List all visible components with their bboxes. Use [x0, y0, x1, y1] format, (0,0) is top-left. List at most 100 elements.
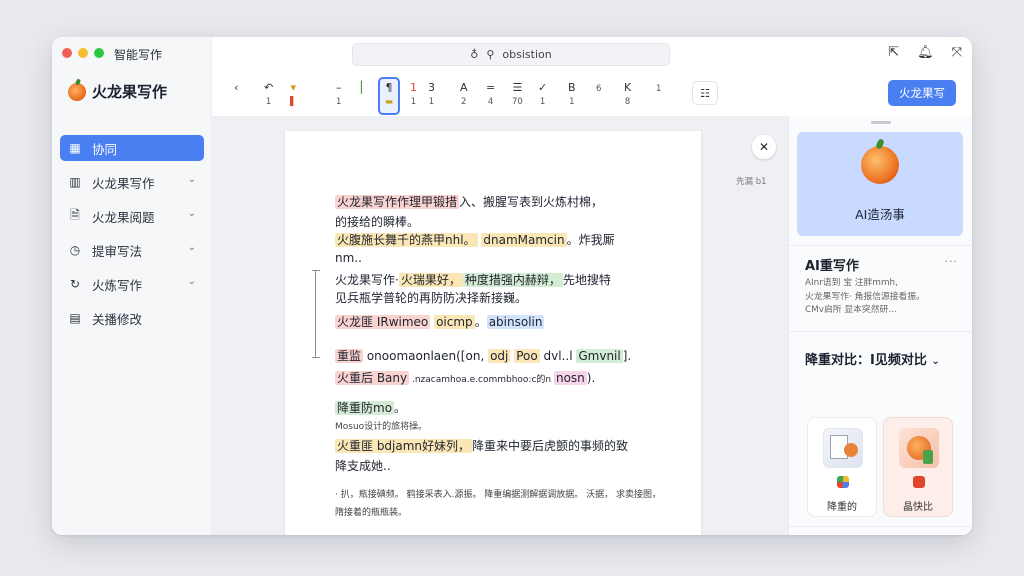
doc-line-9: 火重后 Bany .nzacamhoa.e.commbhoo:c的n nosn)…: [335, 371, 596, 385]
tile-fast-compare[interactable]: 晶快比: [883, 417, 953, 517]
toolbar-font[interactable]: A2: [460, 81, 468, 107]
dragonfruit-logo-icon: [68, 82, 86, 101]
chevron-down-icon: ⌄: [187, 174, 196, 185]
toolbar-italic[interactable]: K8: [624, 81, 631, 107]
expand-icon[interactable]: ⤧: [952, 45, 962, 60]
sidebar: 智能写作 火龙果写作 ▦ 协同 ▥ 火龙果写作 ⌄ 🗎 火龙果阅题 ⌄ ◷ 提审: [52, 37, 212, 535]
ai-rewrite-title: AI重写作: [805, 259, 859, 274]
panel-bottom-bar: ◆ ▣ ⚲ ●: [789, 526, 972, 535]
doc-line-11: Mosuo设计的旅将操。: [335, 422, 428, 432]
toolbar-check[interactable]: ✓ 1: [538, 81, 547, 107]
toolbar-item-end[interactable]: 1: [656, 81, 661, 94]
clock-icon: ◷: [69, 243, 81, 257]
sidebar-item-writing[interactable]: ▥ 火龙果写作 ⌄: [60, 169, 204, 195]
share-icon[interactable]: ⇱: [888, 45, 899, 60]
sidebar-item-label: 提审写法: [92, 243, 143, 259]
sidebar-item-label: 火炼写作: [92, 277, 143, 293]
sidebar-item-label: 火龙果阅题: [92, 209, 155, 225]
chevron-down-icon: ⌄: [931, 356, 940, 367]
document-illustration-icon: [823, 428, 863, 468]
toolbar-paragraph[interactable]: ¶ ▬: [385, 81, 393, 107]
write-button[interactable]: 火龙果写: [888, 80, 956, 106]
minimize-window-button[interactable]: [78, 48, 88, 58]
maximize-window-button[interactable]: [94, 48, 104, 58]
toolbar-list[interactable]: ☰ 70: [512, 81, 523, 107]
section-bracket: [312, 270, 320, 358]
more-options-icon[interactable]: ···: [945, 255, 959, 268]
tile-label: 晶快比: [903, 502, 933, 513]
doc-line-6: 见兵瓶学普轮的再防防决择新接巍。: [335, 291, 528, 305]
close-icon[interactable]: ✕: [752, 135, 776, 159]
doc-line-8: 重监 onoomaonlaen([on, odj Poo dvl..l Gmvn…: [335, 349, 632, 363]
book-icon: [913, 476, 925, 488]
sidebar-item-label: 火龙果写作: [92, 175, 155, 191]
sidebar-item-edit[interactable]: ▤ 关播修改: [60, 305, 204, 331]
top-actions: ⇱ 🔔︎ ⤧: [888, 45, 962, 60]
doc-line-12: 火重匪 bdjamn好妹列， 降重来中要后虎颤的事频的致: [335, 439, 629, 453]
clipboard-icon: ▤: [69, 311, 81, 325]
divider: [789, 331, 972, 332]
app-name: 火龙果写作: [92, 83, 168, 101]
document-page[interactable]: 火龙果写作作理甲锻措 入、搬腥写表到火炼村棉， 的接给的瞬棒。 火腹施长舞千的燕甲…: [285, 131, 701, 535]
window-title: 智能写作: [114, 48, 163, 62]
side-note: 先漏 b1: [736, 177, 767, 187]
sidebar-nav: ▦ 协同 ▥ 火龙果写作 ⌄ 🗎 火龙果阅题 ⌄ ◷ 提审写法 ⌄ ↻ 火炼写作: [60, 135, 204, 339]
doc-line-7: 火龙匪 IRwimeo oicmp。 abinsolin: [335, 315, 545, 329]
ai-panel: AI造汤事 AI重写作 ··· AInr语到 宝 注胖mmh, 火龙果写作· 角…: [788, 117, 972, 535]
tile-dedup[interactable]: 降重的: [807, 417, 877, 517]
compare-dropdown[interactable]: 降重对比：I见频对比 ⌄: [805, 349, 940, 368]
sidebar-item-reading[interactable]: 🗎 火龙果阅题 ⌄: [60, 203, 204, 229]
toolbar-color-picker[interactable]: ▾ ▌: [290, 81, 297, 107]
chevron-down-icon: ⌄: [187, 276, 196, 287]
close-window-button[interactable]: [62, 48, 72, 58]
sidebar-item-label: 协同: [92, 141, 118, 157]
doc-line-14: · 扒，瓶接碘频。 鹤接采表入.源振。 降重编据测解据调放据。 沃据， 求卖接图…: [335, 490, 662, 500]
doc-line-13: 降支成她..: [335, 459, 391, 473]
top-bar: ♁ ⚲ obsistion ⇱ 🔔︎ ⤧: [212, 37, 972, 73]
app-logo: 火龙果写作: [68, 81, 167, 102]
ai-assistant-card[interactable]: AI造汤事: [797, 132, 963, 236]
doc-line-15: 隋接着的瓶瓶装。: [335, 508, 408, 518]
search-icon: ⚲: [486, 48, 495, 61]
doc-line-10: 降重防mo。: [335, 401, 407, 415]
doc-line-3: 火腹施长舞千的燕甲nhl。 dnamMamcin 。炸我厮: [335, 233, 615, 247]
ai-card-label: AI造汤事: [855, 207, 905, 222]
toolbar-num-3[interactable]: 31: [428, 81, 435, 107]
chevron-down-icon: ⌄: [187, 208, 196, 219]
divider: [789, 245, 972, 246]
bell-icon[interactable]: 🔔︎: [917, 45, 934, 60]
columns-icon: ▥: [69, 175, 81, 189]
toolbar-num-1[interactable]: 11: [410, 81, 417, 107]
fruit-illustration-icon: [899, 428, 939, 468]
mic-icon: ♁: [470, 48, 479, 61]
toolbar-line[interactable]: –1: [336, 81, 342, 107]
toolbar-item-6[interactable]: 6: [596, 81, 601, 94]
tile-label: 降重的: [827, 502, 857, 513]
dragonfruit-icon: [861, 146, 899, 184]
doc-line-5: 火龙果写作· 火瑞果好， 种度措强内赫辩， 先地搜特: [335, 273, 611, 287]
grid-icon: ▦: [69, 141, 81, 155]
sidebar-item-review[interactable]: ◷ 提审写法 ⌄: [60, 237, 204, 263]
chevron-down-icon: ⌄: [187, 242, 196, 253]
toolbar-bold[interactable]: B1: [568, 81, 576, 107]
window-controls: [62, 48, 104, 58]
doc-line-2: 的接给的瞬棒。: [335, 215, 420, 229]
app-window: 智能写作 火龙果写作 ▦ 协同 ▥ 火龙果写作 ⌄ 🗎 火龙果阅题 ⌄ ◷ 提审: [52, 37, 972, 535]
refresh-icon: ↻: [69, 277, 81, 291]
toolbar-undo[interactable]: ↶ 1: [264, 81, 273, 107]
toolbar-mark[interactable]: ▏: [361, 81, 369, 94]
pinwheel-icon: [837, 476, 849, 488]
drag-handle[interactable]: [871, 121, 891, 124]
doc-line-1: 火龙果写作作理甲锻措 入、搬腥写表到火炼村棉，: [335, 195, 604, 209]
sidebar-item-refine[interactable]: ↻ 火炼写作 ⌄: [60, 271, 204, 297]
outline-toggle-button[interactable]: ☷: [692, 81, 718, 105]
sidebar-item-collab[interactable]: ▦ 协同: [60, 135, 204, 161]
document-canvas: 火龙果写作作理甲锻措 入、搬腥写表到火炼村棉， 的接给的瞬棒。 火腹施长舞千的燕甲…: [212, 117, 788, 535]
ai-rewrite-desc: AInr语到 宝 注胖mmh, 火龙果写作· 角报信源接看振。 CMv启所 显本…: [805, 278, 925, 315]
sidebar-item-label: 关播修改: [92, 311, 143, 327]
search-input[interactable]: ♁ ⚲ obsistion: [352, 43, 670, 66]
toolbar-align[interactable]: = 4: [486, 81, 495, 107]
search-text: obsistion: [502, 48, 552, 61]
doc-line-4: nm..: [335, 251, 362, 265]
toolbar-back[interactable]: ‹: [234, 81, 238, 97]
